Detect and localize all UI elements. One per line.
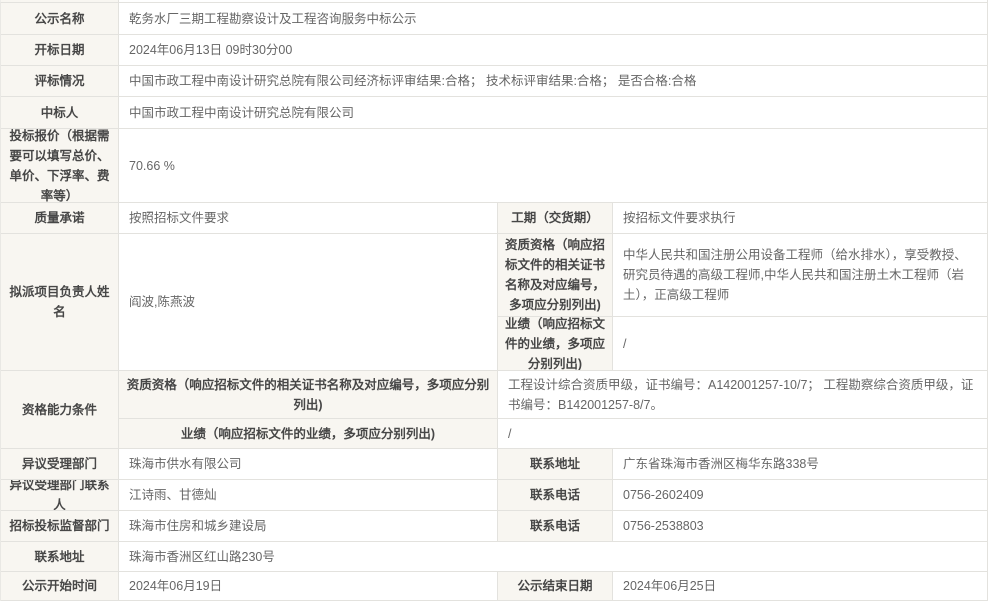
supervision-department-label: 招标投标监督部门 bbox=[1, 510, 119, 541]
row-qualification-capability: 资格能力条件 资质资格（响应招标文件的相关证书名称及对应编号，多项应分别列出) … bbox=[0, 370, 988, 448]
publicity-start-value: 2024年06月19日 bbox=[119, 571, 498, 601]
publicity-end-value: 2024年06月25日 bbox=[613, 571, 988, 601]
qualification-capability-subcolumn: 资质资格（响应招标文件的相关证书名称及对应编号，多项应分别列出) 工程设计综合资… bbox=[119, 370, 988, 448]
winning-bidder-label: 中标人 bbox=[1, 96, 119, 128]
announcement-name-value: 乾务水厂三期工程勘察设计及工程咨询服务中标公示 bbox=[119, 2, 988, 34]
row-project-leader: 拟派项目负责人姓名 阎波,陈燕波 资质资格（响应招标文件的相关证书名称及对应编号… bbox=[0, 233, 988, 370]
contact-address-value-1: 广东省珠海市香洲区梅华东路338号 bbox=[613, 448, 988, 479]
company-qualification-value: 工程设计综合资质甲级，证书编号：A142001257-10/7； 工程勘察综合资… bbox=[498, 370, 988, 418]
delivery-period-label: 工期（交货期） bbox=[498, 202, 613, 233]
winning-bidder-value: 中国市政工程中南设计研究总院有限公司 bbox=[119, 96, 988, 128]
subrow-company-performance: 业绩（响应招标文件的业绩，多项应分别列出) / bbox=[119, 418, 988, 448]
row-supervision-department: 招标投标监督部门 珠海市住房和城乡建设局 联系电话 0756-2538803 bbox=[0, 510, 988, 541]
project-leader-subcolumn: 资质资格（响应招标文件的相关证书名称及对应编号，多项应分别列出) 中华人民共和国… bbox=[498, 233, 988, 370]
evaluation-result-label: 评标情况 bbox=[1, 65, 119, 96]
contact-address-label-2: 联系地址 bbox=[1, 541, 119, 571]
subrow-leader-qualification: 资质资格（响应招标文件的相关证书名称及对应编号，多项应分别列出) 中华人民共和国… bbox=[498, 233, 988, 316]
row-objection-contact: 异议受理部门联系人 江诗雨、甘德灿 联系电话 0756-2602409 bbox=[0, 479, 988, 510]
leader-qualification-value: 中华人民共和国注册公用设备工程师（给水排水），享受教授、 研究员待遇的高级工程师… bbox=[613, 233, 988, 316]
bid-announcement-table: 公示名称 乾务水厂三期工程勘察设计及工程咨询服务中标公示 开标日期 2024年0… bbox=[0, 0, 988, 601]
row-announcement-name: 公示名称 乾务水厂三期工程勘察设计及工程咨询服务中标公示 bbox=[0, 2, 988, 34]
quality-commitment-label: 质量承诺 bbox=[1, 202, 119, 233]
contact-address-value-2: 珠海市香洲区红山路230号 bbox=[119, 541, 988, 571]
row-bid-opening-date: 开标日期 2024年06月13日 09时30分00 bbox=[0, 34, 988, 65]
contact-phone-value-1: 0756-2602409 bbox=[613, 479, 988, 510]
company-performance-value: / bbox=[498, 418, 988, 448]
supervision-department-value: 珠海市住房和城乡建设局 bbox=[119, 510, 498, 541]
company-qualification-label: 资质资格（响应招标文件的相关证书名称及对应编号，多项应分别列出) bbox=[119, 370, 498, 418]
contact-address-label-1: 联系地址 bbox=[498, 448, 613, 479]
leader-qualification-label: 资质资格（响应招标文件的相关证书名称及对应编号，多项应分别列出) bbox=[498, 233, 613, 316]
bid-opening-date-label: 开标日期 bbox=[1, 34, 119, 65]
qualification-capability-label: 资格能力条件 bbox=[1, 370, 119, 448]
row-objection-department: 异议受理部门 珠海市供水有限公司 联系地址 广东省珠海市香洲区梅华东路338号 bbox=[0, 448, 988, 479]
bid-price-value: 70.66 % bbox=[119, 128, 988, 202]
publicity-start-label: 公示开始时间 bbox=[1, 571, 119, 601]
bid-opening-date-value: 2024年06月13日 09时30分00 bbox=[119, 34, 988, 65]
row-evaluation-result: 评标情况 中国市政工程中南设计研究总院有限公司经济标评审结果:合格； 技术标评审… bbox=[0, 65, 988, 96]
bid-price-label: 投标报价（根据需要可以填写总价、单价、下浮率、费率等） bbox=[1, 128, 119, 202]
evaluation-result-value: 中国市政工程中南设计研究总院有限公司经济标评审结果:合格； 技术标评审结果:合格… bbox=[119, 65, 988, 96]
subrow-leader-performance: 业绩（响应招标文件的业绩，多项应分别列出) / bbox=[498, 316, 988, 370]
company-performance-label: 业绩（响应招标文件的业绩，多项应分别列出) bbox=[119, 418, 498, 448]
objection-department-label: 异议受理部门 bbox=[1, 448, 119, 479]
delivery-period-value: 按招标文件要求执行 bbox=[613, 202, 988, 233]
publicity-end-label: 公示结束日期 bbox=[498, 571, 613, 601]
row-winning-bidder: 中标人 中国市政工程中南设计研究总院有限公司 bbox=[0, 96, 988, 128]
row-bid-price: 投标报价（根据需要可以填写总价、单价、下浮率、费率等） 70.66 % bbox=[0, 128, 988, 202]
row-contact-address: 联系地址 珠海市香洲区红山路230号 bbox=[0, 541, 988, 571]
objection-contact-value: 江诗雨、甘德灿 bbox=[119, 479, 498, 510]
contact-phone-label-1: 联系电话 bbox=[498, 479, 613, 510]
project-leader-label: 拟派项目负责人姓名 bbox=[1, 233, 119, 370]
leader-performance-label: 业绩（响应招标文件的业绩，多项应分别列出) bbox=[498, 316, 613, 370]
objection-department-value: 珠海市供水有限公司 bbox=[119, 448, 498, 479]
contact-phone-label-2: 联系电话 bbox=[498, 510, 613, 541]
subrow-company-qualification: 资质资格（响应招标文件的相关证书名称及对应编号，多项应分别列出) 工程设计综合资… bbox=[119, 370, 988, 418]
row-publicity-period: 公示开始时间 2024年06月19日 公示结束日期 2024年06月25日 bbox=[0, 571, 988, 601]
project-leader-value: 阎波,陈燕波 bbox=[119, 233, 498, 370]
leader-performance-value: / bbox=[613, 316, 988, 370]
quality-commitment-value: 按照招标文件要求 bbox=[119, 202, 498, 233]
announcement-name-label: 公示名称 bbox=[1, 2, 119, 34]
contact-phone-value-2: 0756-2538803 bbox=[613, 510, 988, 541]
row-quality-commitment: 质量承诺 按照招标文件要求 工期（交货期） 按招标文件要求执行 bbox=[0, 202, 988, 233]
objection-contact-label: 异议受理部门联系人 bbox=[1, 479, 119, 510]
